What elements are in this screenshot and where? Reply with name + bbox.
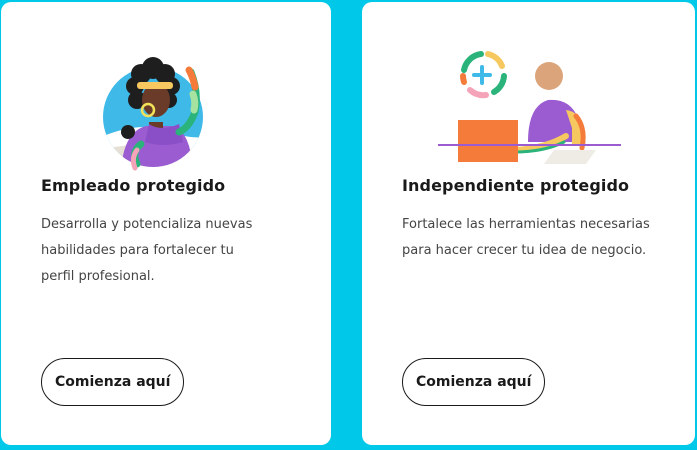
card-description: Fortalece las herramientas necesarias pa…: [402, 217, 650, 258]
employee-illustration: [101, 32, 231, 172]
comienza-aqui-button[interactable]: Comienza aquí: [402, 358, 546, 406]
card-title: Independiente protegido: [402, 176, 630, 195]
card-description: Desarrolla y potencializa nuevas habilid…: [41, 217, 253, 284]
card-empleado-protegido: Empleado protegido Desarrolla y potencia…: [1, 2, 331, 445]
comienza-aqui-button[interactable]: Comienza aquí: [41, 358, 185, 406]
page: Empleado protegido Desarrolla y potencia…: [0, 0, 697, 450]
card-title: Empleado protegido: [41, 176, 226, 195]
freelancer-illustration: [436, 32, 626, 172]
card-independiente-protegido: Independiente protegido Fortalece las he…: [362, 2, 695, 445]
